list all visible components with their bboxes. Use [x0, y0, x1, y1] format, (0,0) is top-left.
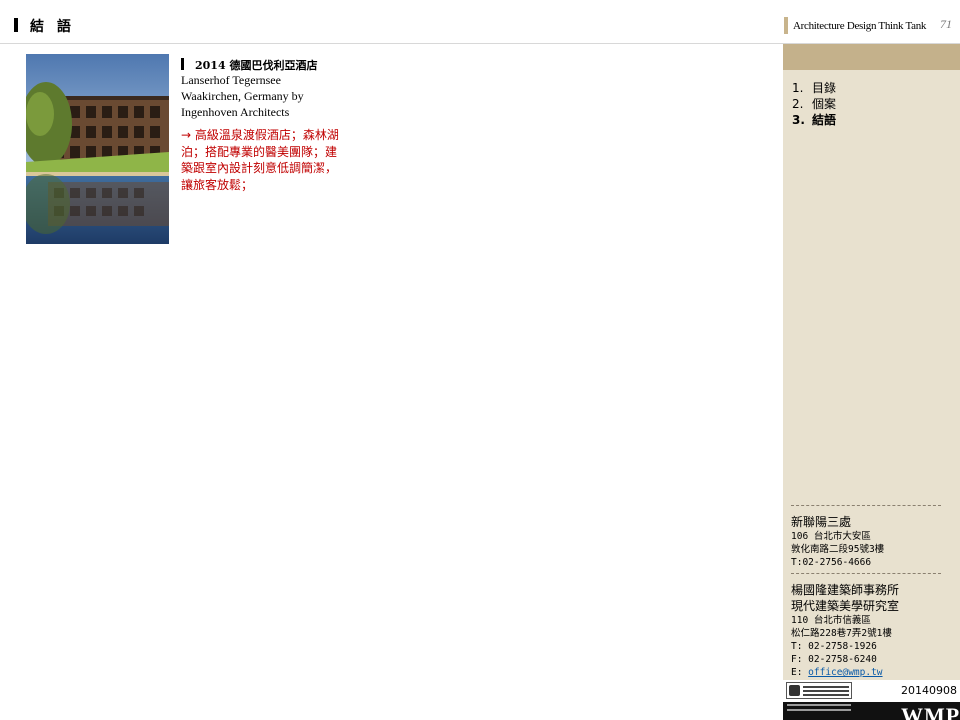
email-link[interactable]: office@wmp.tw [808, 667, 882, 678]
toc-item-cases[interactable]: 2. 個案 [792, 96, 836, 112]
project-architect: Ingenhoven Architects [181, 105, 290, 119]
firm-address-2: 松仁路228巷7弄2號1樓 [791, 628, 892, 639]
brand-logo: WMP [901, 703, 960, 720]
logo-lettering [803, 685, 849, 696]
office-phone: T:02-2756-4666 [791, 557, 872, 568]
toc-number: 1. [792, 81, 804, 95]
office-info-1: 新聯陽三處 106 台北市大安區 敦化南路二段95號3樓 T:02-2756-4… [791, 514, 884, 569]
firm-fax: F: 02-2758-6240 [791, 654, 877, 665]
tank-marker [784, 17, 788, 34]
project-photo [26, 54, 169, 244]
footer-lettering [787, 704, 851, 711]
section-marker [14, 18, 18, 32]
firm-email-row: E: office@wmp.tw [791, 666, 899, 679]
think-tank-label: Architecture Design Think Tank [793, 20, 927, 32]
email-prefix: E: [791, 667, 809, 678]
firm-name: 楊國隆建築師事務所 [791, 583, 900, 597]
toc-label: 目錄 [812, 81, 837, 95]
caption-marker [181, 58, 184, 70]
toc-item-conclusion[interactable]: 3. 結語 [792, 112, 836, 128]
toc-number: 3. [792, 113, 805, 127]
studio-name: 現代建築美學研究室 [791, 599, 900, 613]
page-header: 結 語 Architecture Design Think Tank 71 [0, 0, 960, 44]
hotel-photo-image [26, 54, 169, 244]
divider [791, 573, 941, 574]
office-info-2: 楊國隆建築師事務所 現代建築美學研究室 110 台北市信義區 松仁路228巷7弄… [791, 582, 899, 679]
firm-phone: T: 02-2758-1926 [791, 641, 877, 652]
company-logo-icon [786, 682, 852, 699]
page-number: 71 [940, 17, 952, 31]
office-name: 新聯陽三處 [791, 515, 852, 529]
sidebar: 1. 目錄 2. 個案 3. 結語 新聯陽三處 106 台北市大安區 敦化南路二… [783, 44, 960, 720]
toc-item-contents[interactable]: 1. 目錄 [792, 80, 836, 96]
project-location: Waakirchen, Germany by [181, 89, 304, 103]
sidebar-band [783, 44, 960, 70]
table-of-contents: 1. 目錄 2. 個案 3. 結語 [792, 80, 836, 128]
seal-icon [789, 685, 800, 696]
section-title: 結 語 [30, 19, 75, 35]
project-description: → 高級溫泉渡假酒店；森林湖泊；搭配專業的醫美團隊；建築跟室內設計刻意低調簡潔，… [181, 128, 339, 192]
office-address-1: 106 台北市大安區 [791, 531, 871, 542]
project-name: Lanserhof Tegernsee [181, 73, 281, 87]
project-title: 2014 德國巴伐利亞酒店 [195, 59, 318, 72]
toc-number: 2. [792, 97, 804, 111]
footer-brand-bar: WMP [783, 702, 960, 720]
toc-label: 個案 [812, 97, 837, 111]
toc-label: 結語 [812, 113, 837, 127]
footer-strip: 20140908 [783, 680, 960, 702]
divider [791, 505, 941, 506]
firm-address-1: 110 台北市信義區 [791, 615, 871, 626]
office-address-2: 敦化南路二段95號3樓 [791, 544, 885, 555]
date-stamp: 20140908 [901, 684, 957, 697]
